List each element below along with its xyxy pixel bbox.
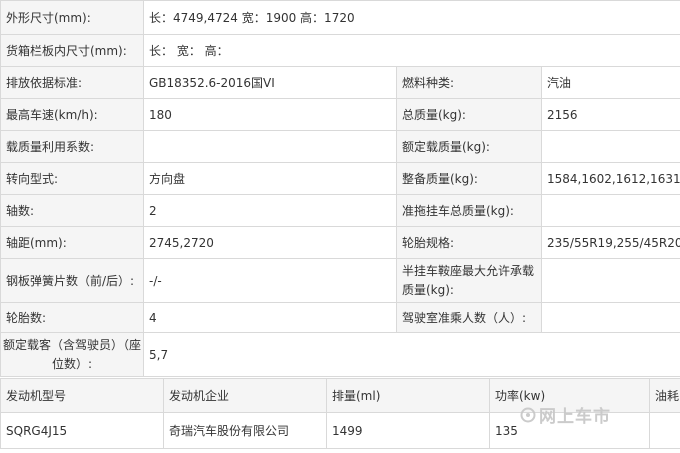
label-fuel-type: 燃料种类: [396, 66, 542, 99]
spec-row-cargo-box: 货箱栏板内尺寸(mm): 长： 宽： 高： [0, 34, 680, 67]
header-fuel-consumption: 油耗( [649, 378, 680, 413]
value-max-speed: 180 [143, 98, 397, 131]
label-curb-weight: 整备质量(kg): [396, 162, 542, 195]
spec-table: 外形尺寸(mm): 长：4749,4724 宽：1900 高：1720 货箱栏板… [0, 0, 680, 377]
cell-fuel-consumption [649, 412, 680, 449]
label-cab-capacity: 驾驶室准乘人数（人）: [396, 302, 542, 333]
value-tire-count: 4 [143, 302, 397, 333]
value-load-factor [143, 130, 397, 163]
cell-displacement: 1499 [326, 412, 490, 449]
header-engine-model: 发动机型号 [0, 378, 164, 413]
label-tire-spec: 轮胎规格: [396, 226, 542, 259]
value-trailer-mass [540, 194, 680, 227]
spec-row-springs: 钢板弹簧片数（前/后）: -/- 半挂车鞍座最大允许承载质量(kg): [0, 258, 680, 303]
value-cab-capacity [540, 302, 680, 333]
value-rated-load [540, 130, 680, 163]
cell-engine-maker: 奇瑞汽车股份有限公司 [163, 412, 327, 449]
label-leaf-springs: 钢板弹簧片数（前/后）: [0, 258, 144, 303]
value-total-mass: 2156 [540, 98, 680, 131]
label-rated-load: 额定载质量(kg): [396, 130, 542, 163]
value-dimensions: 长：4749,4724 宽：1900 高：1720 [142, 0, 680, 35]
label-emission-standard: 排放依据标准: [0, 66, 144, 99]
spec-row-axles: 轴数: 2 准拖挂车总质量(kg): [0, 194, 680, 227]
value-seating: 5,7 [142, 332, 680, 377]
value-steering: 方向盘 [143, 162, 397, 195]
header-displacement: 排量(ml) [326, 378, 490, 413]
value-axles: 2 [143, 194, 397, 227]
engine-header-row: 发动机型号 发动机企业 排量(ml) 功率(kw) 油耗( [0, 378, 680, 413]
header-power: 功率(kw) [489, 378, 650, 413]
value-curb-weight: 1584,1602,1612,1631 [540, 162, 680, 195]
label-steering: 转向型式: [0, 162, 144, 195]
engine-table: 发动机型号 发动机企业 排量(ml) 功率(kw) 油耗( SQRG4J15 奇… [0, 378, 680, 449]
label-trailer-mass: 准拖挂车总质量(kg): [396, 194, 542, 227]
spec-row-emission: 排放依据标准: GB18352.6-2016国VI 燃料种类: 汽油 [0, 66, 680, 99]
label-max-speed: 最高车速(km/h): [0, 98, 144, 131]
spec-row-seats: 额定载客（含驾驶员）（座位数）: 5,7 [0, 332, 680, 377]
spec-row-load: 载质量利用系数: 额定载质量(kg): [0, 130, 680, 163]
label-tire-count: 轮胎数: [0, 302, 144, 333]
label-load-factor: 载质量利用系数: [0, 130, 144, 163]
value-saddle-load [540, 258, 680, 303]
spec-row-speed: 最高车速(km/h): 180 总质量(kg): 2156 [0, 98, 680, 131]
header-engine-maker: 发动机企业 [163, 378, 327, 413]
label-seating: 额定载客（含驾驶员）（座位数）: [0, 332, 144, 377]
value-wheelbase: 2745,2720 [143, 226, 397, 259]
value-emission-standard: GB18352.6-2016国VI [143, 66, 397, 99]
value-fuel-type: 汽油 [540, 66, 680, 99]
label-total-mass: 总质量(kg): [396, 98, 542, 131]
value-cargo-box: 长： 宽： 高： [142, 34, 680, 67]
label-axles: 轴数: [0, 194, 144, 227]
spec-row-wheelbase: 轴距(mm): 2745,2720 轮胎规格: 235/55R19,255/45… [0, 226, 680, 259]
engine-data-row: SQRG4J15 奇瑞汽车股份有限公司 1499 135 [0, 412, 680, 449]
label-wheelbase: 轴距(mm): [0, 226, 144, 259]
spec-row-tires: 轮胎数: 4 驾驶室准乘人数（人）: [0, 302, 680, 333]
cell-engine-model: SQRG4J15 [0, 412, 164, 449]
spec-row-dimensions: 外形尺寸(mm): 长：4749,4724 宽：1900 高：1720 [0, 0, 680, 35]
spec-page: 外形尺寸(mm): 长：4749,4724 宽：1900 高：1720 货箱栏板… [0, 0, 680, 453]
cell-power: 135 [489, 412, 650, 449]
label-saddle-load: 半挂车鞍座最大允许承载质量(kg): [396, 258, 542, 303]
spec-row-steering: 转向型式: 方向盘 整备质量(kg): 1584,1602,1612,1631 [0, 162, 680, 195]
value-leaf-springs: -/- [143, 258, 397, 303]
label-dimensions: 外形尺寸(mm): [0, 0, 144, 35]
label-cargo-box: 货箱栏板内尺寸(mm): [0, 34, 144, 67]
value-tire-spec: 235/55R19,255/45R20 [540, 226, 680, 259]
